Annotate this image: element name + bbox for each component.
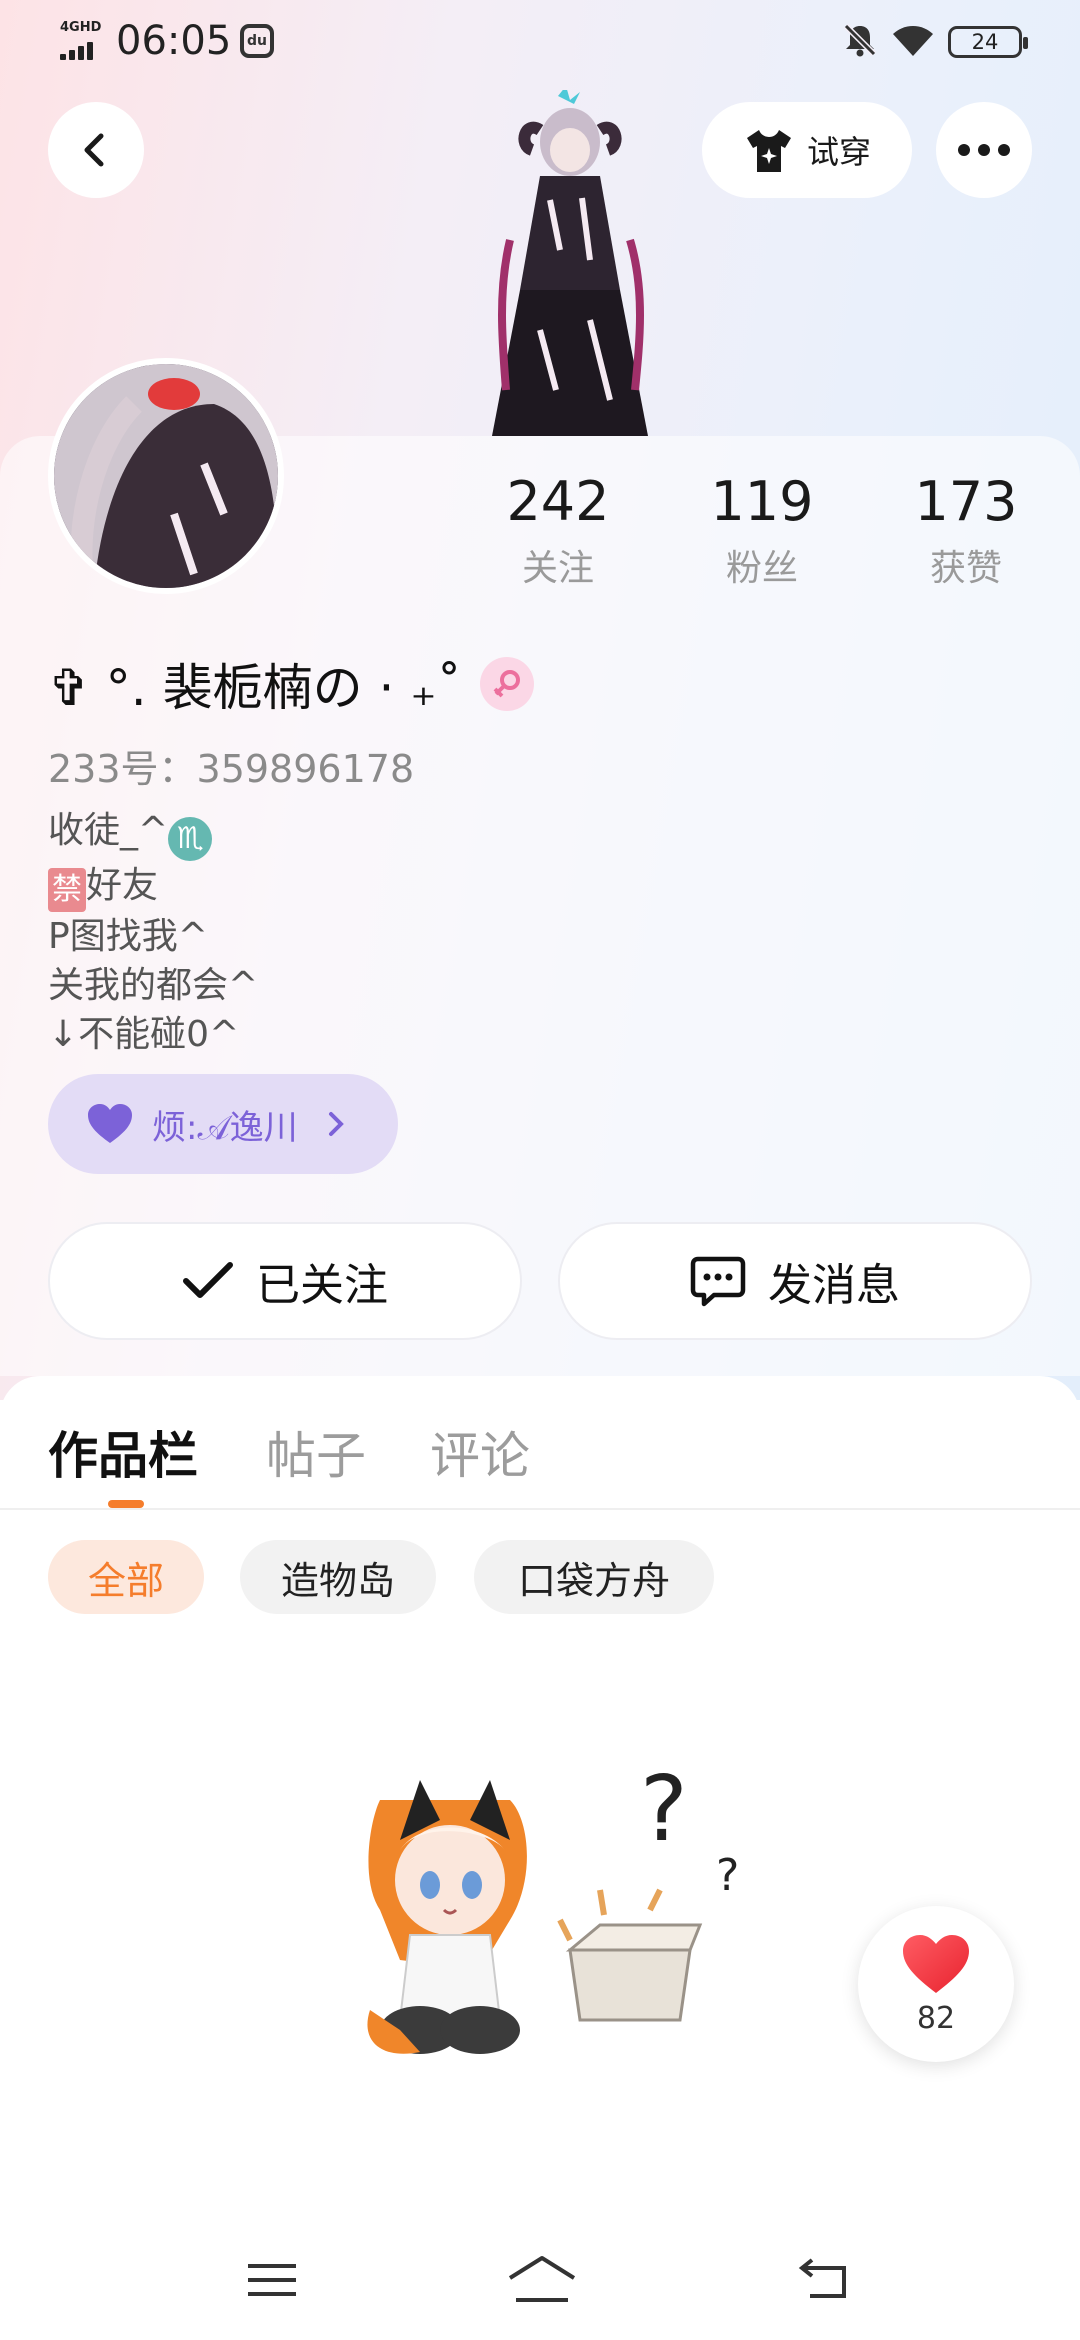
bio-line-5: ↓不能碰0^ — [48, 1014, 240, 1055]
tab-posts[interactable]: 帖子 — [266, 1416, 366, 1488]
scorpio-badge: ♏ — [168, 817, 213, 861]
network-type-label: 4GHD — [60, 20, 102, 35]
status-time: 06:05 — [116, 18, 232, 64]
check-icon — [183, 1262, 233, 1298]
battery-icon: 24 — [948, 26, 1028, 58]
like-floating-button[interactable]: 82 — [858, 1906, 1014, 2062]
bell-muted-icon — [843, 23, 877, 57]
follow-label: 已关注 — [256, 1260, 388, 1311]
bio-line-4: 关我的都会^ — [48, 965, 259, 1006]
stat-following-value: 242 — [506, 470, 610, 533]
chevron-right-icon — [328, 1112, 344, 1136]
user-id-label: 233号： — [48, 747, 197, 791]
profile-tabs: 作品栏 帖子 评论 — [0, 1376, 1080, 1510]
tab-works[interactable]: 作品栏 — [48, 1416, 198, 1488]
user-id[interactable]: 233号：359896178 — [48, 738, 414, 793]
stat-likes[interactable]: 173 获赞 — [886, 470, 1046, 591]
avatar-figure-image — [470, 86, 670, 436]
home-icon[interactable] — [506, 2250, 578, 2310]
more-horizontal-icon — [954, 141, 1014, 160]
chat-bubble-icon — [690, 1256, 746, 1307]
stat-followers-value: 119 — [710, 470, 814, 533]
follow-button[interactable]: 已关注 — [48, 1222, 522, 1340]
status-bar: 4GHD 06:05 du 24 — [0, 0, 1080, 84]
tab-comments[interactable]: 评论 — [430, 1416, 530, 1488]
filter-pocket-ark[interactable]: 口袋方舟 — [474, 1540, 714, 1614]
bio-line-2: 禁好友 — [48, 861, 258, 912]
send-message-label: 发消息 — [768, 1260, 900, 1311]
stat-likes-label: 获赞 — [929, 548, 1002, 589]
filter-creation-island[interactable]: 造物岛 — [240, 1540, 436, 1614]
tshirt-icon — [746, 130, 791, 172]
app-notification-icon: du — [240, 24, 274, 58]
svg-text:?: ? — [640, 1760, 688, 1862]
female-icon — [479, 657, 534, 711]
stat-followers-label: 粉丝 — [725, 548, 798, 589]
stat-followers[interactable]: 119 粉丝 — [682, 470, 842, 591]
cp-relationship-chip[interactable]: 烦:𝒜逸川 — [48, 1074, 398, 1174]
filter-chips: 全部 造物岛 口袋方舟 — [0, 1540, 1080, 1618]
system-navigation-bar — [0, 2220, 1080, 2340]
back-button[interactable] — [48, 102, 144, 198]
bio-line-1: 收徒_^ ♏ — [48, 806, 258, 861]
heart-icon — [903, 1934, 969, 1993]
back-nav-icon[interactable] — [796, 2250, 856, 2310]
cp-label: 烦:𝒜逸川 — [152, 1107, 298, 1148]
bio-line-3: P图找我^ — [48, 916, 208, 957]
stat-likes-value: 173 — [914, 470, 1018, 533]
avatar[interactable] — [48, 358, 284, 594]
heart-icon — [88, 1104, 132, 1143]
try-on-label: 试穿 — [806, 133, 871, 171]
stat-following-label: 关注 — [521, 548, 594, 589]
like-count: 82 — [916, 2000, 956, 2036]
menu-icon[interactable] — [242, 2250, 302, 2310]
try-on-button[interactable]: 试穿 — [702, 102, 912, 198]
wifi-icon — [893, 26, 933, 56]
chevron-left-icon — [84, 133, 104, 167]
stat-following[interactable]: 242 关注 — [478, 470, 638, 591]
filter-all[interactable]: 全部 — [48, 1540, 204, 1614]
cellular-signal-icon: 4GHD — [58, 20, 106, 60]
more-options-button[interactable] — [936, 102, 1032, 198]
send-message-button[interactable]: 发消息 — [558, 1222, 1032, 1340]
bio: 收徒_^ ♏ 禁好友 P图找我^ 关我的都会^ ↓不能碰0^ — [48, 806, 258, 1059]
ban-badge: 禁 — [48, 868, 86, 912]
svg-text:?: ? — [716, 1850, 739, 1901]
nickname: ✞ °. 裴栀楠の · ₊˚ — [48, 659, 462, 717]
user-id-value: 359896178 — [196, 747, 415, 791]
nickname-row: ✞ °. 裴栀楠の · ₊˚ — [48, 648, 534, 720]
empty-state-illustration: ? ? — [360, 1757, 760, 2100]
active-tab-indicator — [108, 1500, 144, 1508]
